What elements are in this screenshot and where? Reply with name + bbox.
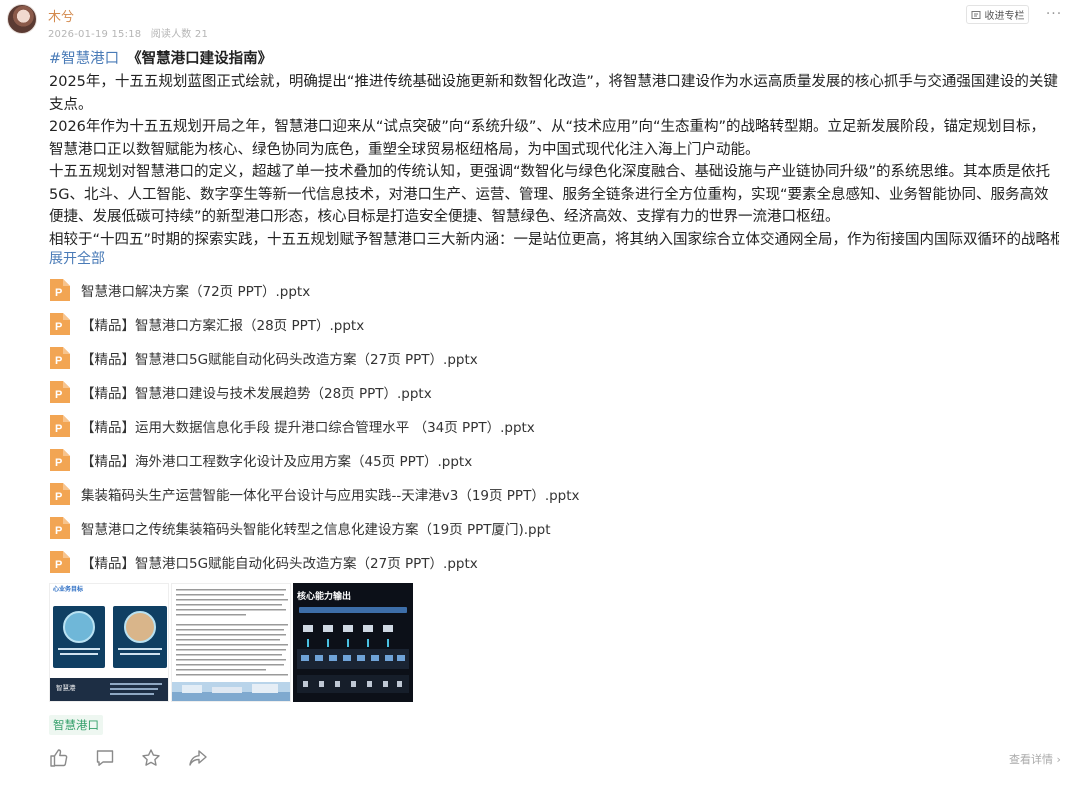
ppt-file-icon: P (49, 312, 71, 336)
attachment-name: 【精品】智慧港口5G赋能自动化码头改造方案（27页 PPT）.pptx (81, 556, 478, 572)
ppt-file-icon: P (49, 278, 71, 302)
paragraph: 相较于“十四五”时期的探索实践，十五五规划赋予智慧港口三大新内涵：一是站位更高，… (49, 231, 1059, 248)
svg-text:P: P (55, 287, 62, 299)
attachment-item[interactable]: P 智慧港口解决方案（72页 PPT）.pptx (49, 278, 310, 302)
svg-text:P: P (55, 559, 62, 571)
svg-text:P: P (55, 389, 62, 401)
image-thumbnail[interactable]: 心业务目标 智慧港 (49, 583, 169, 702)
paragraph: 十五五规划对智慧港口的定义，超越了单一技术叠加的传统认知，更强调“数智化与绿色化… (49, 164, 1051, 225)
slide-preview-core-capability: 核心能力输出 (293, 583, 413, 702)
attachment-name: 【精品】智慧港口建设与技术发展趋势（28页 PPT）.pptx (81, 386, 432, 402)
ppt-file-icon: P (49, 380, 71, 404)
attachment-name: 智慧港口之传统集装箱码头智能化转型之信息化建设方案（19页 PPT厦门).ppt (81, 522, 551, 538)
paragraph: 2025年，十五五规划蓝图正式绘就，明确提出“推进传统基础设施更新和数智化改造”… (49, 74, 1058, 113)
svg-text:P: P (55, 491, 62, 503)
attachment-name: 【精品】智慧港口5G赋能自动化码头改造方案（27页 PPT）.pptx (81, 352, 478, 368)
topic-tag[interactable]: 智慧港口 (49, 715, 103, 735)
post-meta: 2026-01-19 15:18 阅读人数 21 (48, 25, 208, 40)
ppt-file-icon: P (49, 448, 71, 472)
attachment-item[interactable]: P 智慧港口之传统集装箱码头智能化转型之信息化建设方案（19页 PPT厦门).p… (49, 516, 551, 540)
slide-preview-business-goals: 心业务目标 智慧港 (50, 584, 168, 701)
attachment-item[interactable]: P 【精品】智慧港口方案汇报（28页 PPT）.pptx (49, 312, 364, 336)
post-card: 木兮 2026-01-19 15:18 阅读人数 21 收进专栏 ··· #智慧… (0, 0, 1080, 788)
comment-icon (96, 750, 114, 766)
svg-text:P: P (55, 321, 62, 333)
ppt-file-icon: P (49, 346, 71, 370)
attachment-item[interactable]: P 集装箱码头生产运营智能一体化平台设计与应用实践--天津港v3（19页 PPT… (49, 482, 580, 506)
more-options-button[interactable]: ··· (1046, 6, 1062, 22)
image-thumbnail[interactable]: 核心能力输出 (293, 583, 413, 702)
expand-all-link[interactable]: 展开全部 (49, 248, 105, 268)
bookmark-icon (971, 10, 980, 19)
svg-text:P: P (55, 525, 62, 537)
attachment-name: 【精品】海外港口工程数字化设计及应用方案（45页 PPT）.pptx (81, 454, 473, 470)
attachment-name: 【精品】智慧港口方案汇报（28页 PPT）.pptx (81, 318, 365, 334)
comment-button[interactable] (95, 748, 115, 768)
ppt-file-icon: P (49, 550, 71, 574)
paragraph: 2026年作为十五五规划开局之年，智慧港口迎来从“试点突破”向“系统升级”、从“… (49, 119, 1045, 158)
favorite-button[interactable] (141, 748, 161, 768)
ppt-file-icon: P (49, 482, 71, 506)
attachment-item[interactable]: P 【精品】海外港口工程数字化设计及应用方案（45页 PPT）.pptx (49, 448, 472, 472)
hashtag-link[interactable]: #智慧港口 (49, 51, 119, 67)
attachment-item[interactable]: P 【精品】运用大数据信息化手段 提升港口综合管理水平 （34页 PPT）.pp… (49, 414, 535, 438)
ppt-file-icon: P (49, 516, 71, 540)
star-icon (142, 749, 160, 766)
svg-text:P: P (55, 423, 62, 435)
svg-text:P: P (55, 355, 62, 367)
collect-to-column-button[interactable]: 收进专栏 (966, 5, 1029, 24)
book-title: 《智慧港口建设指南》 (127, 51, 273, 67)
share-button[interactable] (188, 748, 208, 768)
thumb3-title: 核心能力输出 (297, 590, 351, 601)
attachment-item[interactable]: P 【精品】智慧港口5G赋能自动化码头改造方案（27页 PPT）.pptx (49, 346, 478, 370)
svg-text:P: P (55, 457, 62, 469)
attachment-name: 【精品】运用大数据信息化手段 提升港口综合管理水平 （34页 PPT）.pptx (81, 420, 535, 436)
attachment-name: 智慧港口解决方案（72页 PPT）.pptx (81, 284, 311, 300)
image-thumbnail[interactable] (171, 583, 291, 702)
like-button[interactable] (49, 748, 69, 768)
share-icon (189, 750, 207, 766)
thumb1-title: 心业务目标 (53, 585, 83, 593)
more-dots-icon: ··· (1045, 6, 1063, 22)
slide-preview-text-page (172, 584, 290, 701)
attachment-item[interactable]: P 【精品】智慧港口5G赋能自动化码头改造方案（27页 PPT）.pptx (49, 550, 478, 574)
ppt-file-icon: P (49, 414, 71, 438)
author-name[interactable]: 木兮 (48, 6, 74, 25)
thumbs-up-icon (50, 749, 68, 767)
read-count: 阅读人数 21 (150, 29, 209, 40)
post-content: 2025年，十五五规划蓝图正式绘就，明确提出“推进传统基础设施更新和数智化改造”… (49, 71, 1059, 251)
attachment-name: 集装箱码头生产运营智能一体化平台设计与应用实践--天津港v3（19页 PPT）.… (81, 488, 580, 504)
avatar[interactable] (7, 4, 37, 34)
attachment-item[interactable]: P 【精品】智慧港口建设与技术发展趋势（28页 PPT）.pptx (49, 380, 432, 404)
thumb1-caption: 智慧港 (56, 683, 76, 692)
post-headline: #智慧港口 《智慧港口建设指南》 (49, 49, 272, 69)
post-date: 2026-01-19 15:18 (48, 29, 142, 40)
view-detail-link[interactable]: 查看详情 › (1009, 751, 1061, 767)
collect-label: 收进专栏 (984, 11, 1025, 22)
